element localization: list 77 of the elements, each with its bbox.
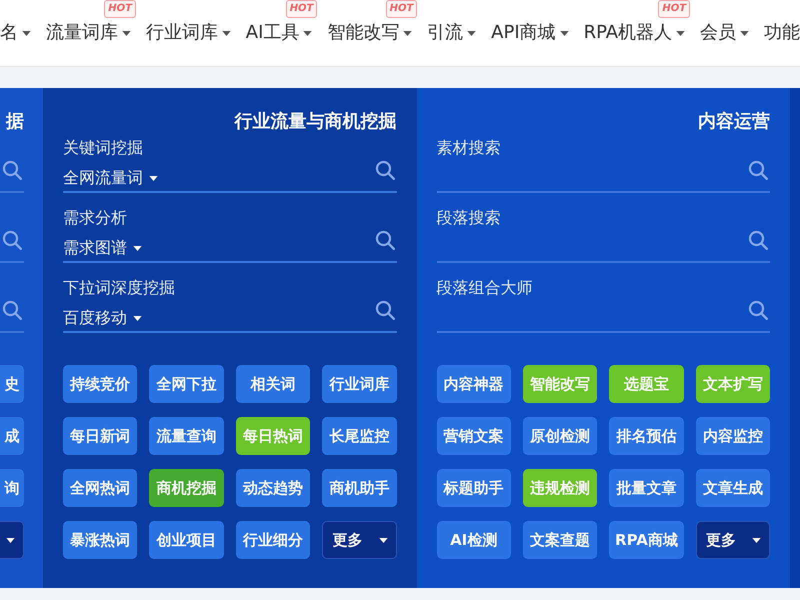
nav-menu-item[interactable]: 名	[0, 21, 31, 45]
nav-menu-item[interactable]: 引流	[427, 21, 476, 45]
search-field[interactable]	[436, 230, 770, 263]
nav-menu-item[interactable]: 功能	[764, 21, 800, 45]
tool-button[interactable]: 行业词库	[322, 365, 396, 403]
search-icon[interactable]	[374, 300, 394, 320]
search-icon[interactable]	[2, 230, 22, 250]
field-label: 需求分析	[63, 207, 128, 229]
hot-badge: HOT	[658, 0, 690, 18]
search-icon[interactable]	[748, 230, 768, 250]
tool-button[interactable]: 内容监控	[696, 417, 770, 455]
tool-button[interactable]: 成	[0, 417, 24, 455]
tool-button[interactable]: 商机助手	[322, 469, 396, 507]
caret-icon	[149, 176, 158, 180]
field-label: 段落搜索	[436, 207, 502, 229]
caret-icon	[133, 316, 142, 320]
tool-button[interactable]: 排名预估	[609, 417, 684, 455]
search-field[interactable]	[0, 160, 24, 193]
search-field[interactable]	[0, 230, 24, 263]
tool-button[interactable]: 行业细分	[236, 521, 310, 559]
category-dropdown[interactable]: 全网流量词	[63, 167, 158, 189]
nav-menu-item[interactable]: 会员	[700, 21, 750, 45]
tool-button[interactable]: 相关词	[236, 365, 310, 403]
caret-icon	[133, 246, 142, 250]
search-icon[interactable]	[2, 300, 22, 320]
tool-button[interactable]: 每日新词	[63, 417, 138, 455]
tool-button[interactable]: 原创检测	[522, 417, 598, 455]
search-icon[interactable]	[374, 160, 394, 180]
category-dropdown[interactable]: 需求图谱	[63, 237, 142, 259]
search-field[interactable]	[436, 160, 770, 193]
caret-icon	[6, 538, 15, 542]
tool-button[interactable]: 标题助手	[436, 469, 511, 507]
tool-button[interactable]: 文案查题	[522, 521, 598, 559]
search-field[interactable]: 全网流量词	[63, 160, 396, 193]
field-label: 段落组合大师	[436, 277, 534, 299]
tool-button[interactable]: 史	[0, 365, 24, 403]
tool-button[interactable]: 文章生成	[696, 469, 770, 507]
caret-icon	[378, 538, 388, 542]
search-field[interactable]	[0, 300, 24, 333]
tool-button[interactable]: 全网下拉	[149, 365, 224, 403]
panel-title: 行业流量与商机挖掘	[233, 110, 396, 134]
tool-button[interactable]: 流量查询	[149, 417, 224, 455]
tool-button[interactable]: 内容神器	[436, 365, 511, 403]
tool-button[interactable]: RPA商城	[609, 521, 684, 559]
search-field[interactable]: 需求图谱	[63, 230, 396, 263]
tool-button[interactable]: 询	[0, 469, 24, 507]
nav-menu-item[interactable]: 行业词库	[146, 21, 231, 45]
search-icon[interactable]	[2, 160, 22, 180]
tool-button[interactable]: 动态趋势	[236, 469, 310, 507]
more-dropdown[interactable]: 更多	[696, 521, 770, 559]
caret-icon	[752, 538, 761, 542]
panel-title: 内容运营	[697, 110, 770, 134]
tool-button[interactable]: 商机挖掘	[149, 469, 224, 507]
search-field[interactable]: 百度移动	[63, 300, 396, 333]
tool-button[interactable]: 创业项目	[149, 521, 224, 559]
more-dropdown[interactable]: 更多	[322, 521, 396, 559]
tool-button[interactable]: 营销文案	[436, 417, 511, 455]
more-dropdown[interactable]	[0, 521, 24, 559]
field-label: 下拉词深度挖掘	[63, 277, 176, 299]
panel-title: 据	[4, 110, 24, 134]
search-icon[interactable]	[748, 160, 768, 180]
nav-menu-item[interactable]: API商城	[491, 21, 569, 45]
tool-button[interactable]: 全网热词	[63, 469, 138, 507]
hot-badge: HOT	[286, 0, 318, 18]
tool-button[interactable]: 暴涨热词	[63, 521, 138, 559]
category-dropdown[interactable]: 百度移动	[63, 307, 142, 329]
hot-badge: HOT	[386, 0, 418, 18]
field-label: 关键词挖掘	[63, 137, 144, 159]
tool-button[interactable]: 长尾监控	[322, 417, 396, 455]
search-icon[interactable]	[748, 300, 768, 320]
tool-button[interactable]: 批量文章	[609, 469, 684, 507]
hot-badge: HOT	[104, 0, 136, 18]
tool-button[interactable]: AI检测	[436, 521, 511, 559]
field-label: 素材搜索	[436, 137, 502, 159]
search-field[interactable]	[436, 300, 770, 333]
tool-button[interactable]: 持续竞价	[63, 365, 138, 403]
search-icon[interactable]	[374, 230, 394, 250]
